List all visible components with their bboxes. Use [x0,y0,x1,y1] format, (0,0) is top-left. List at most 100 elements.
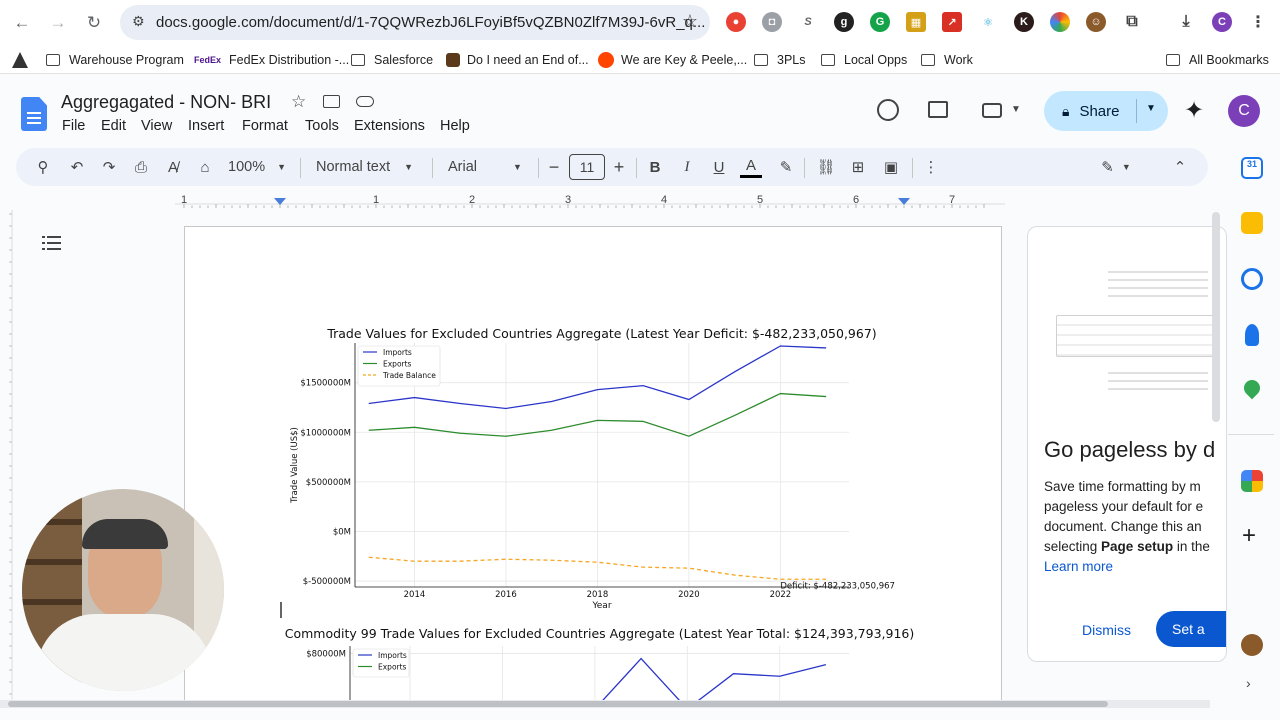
print-icon[interactable]: ⎙ [130,156,152,178]
move-folder-icon[interactable] [323,95,340,108]
address-bar[interactable]: ⚙ docs.google.com/document/d/1-7QQWRezbJ… [120,5,710,40]
monkey-addon-icon[interactable] [1241,634,1263,656]
maps-icon[interactable] [1240,376,1264,400]
docs-logo-icon[interactable] [21,97,47,131]
reload-icon[interactable]: ↻ [81,10,107,36]
profile-avatar[interactable]: C [1212,12,1232,32]
share-button[interactable]: 🔒︎ Share ▼ [1044,91,1168,131]
camera-extension-icon[interactable]: ◘ [762,12,782,32]
learn-more-link[interactable]: Learn more [1044,557,1210,577]
menu-tools[interactable]: Tools [305,118,339,134]
site-info-icon[interactable]: ⚙ [132,13,150,31]
document-title[interactable]: Aggregagated - NON- BRI [61,92,271,113]
chevron-down-icon[interactable]: ▼ [1146,103,1156,114]
css-extension-icon[interactable]: ▦ [906,12,926,32]
bookmark-item[interactable]: Salesforce [351,52,433,68]
s-extension-icon[interactable]: S [798,12,818,32]
meet-icon[interactable] [982,103,1002,118]
bookmark-item[interactable]: Warehouse Program [46,52,184,68]
tasks-icon[interactable] [1241,268,1263,290]
increase-font-size-icon[interactable]: + [610,156,628,178]
font-select[interactable]: Arial ▼ [448,156,528,178]
reddit-icon [598,52,614,68]
paint-format-icon[interactable]: ⌂ [194,156,216,178]
back-arrow-icon[interactable]: ← [9,10,35,36]
document-outline-icon[interactable] [42,236,61,250]
menu-edit[interactable]: Edit [101,118,126,134]
menu-help[interactable]: Help [440,118,470,134]
star-icon[interactable]: ☆ [291,92,306,112]
redo-icon[interactable]: ↷ [98,156,120,178]
comments-icon[interactable] [928,101,948,118]
text-color-icon[interactable]: A [740,156,762,178]
highlight-icon[interactable]: ✎ [776,156,796,178]
side-panel-scrollbar[interactable] [1212,212,1220,422]
chevron-down-icon[interactable]: ▼ [1011,104,1021,115]
horizontal-scrollbar[interactable] [0,700,1210,708]
menu-file[interactable]: File [62,118,85,134]
bookmark-item[interactable]: FedEx FedEx Distribution -... [194,52,349,68]
account-avatar[interactable]: C [1228,95,1260,127]
bookmark-item[interactable]: Do I need an End of... [446,52,589,68]
browser-menu-icon[interactable]: ⋮ [1248,12,1268,32]
decrease-font-size-icon[interactable]: − [545,156,563,178]
font-size-input[interactable]: 11 [569,154,605,180]
k-extension-icon[interactable]: K [1014,12,1034,32]
add-addon-icon[interactable]: + [1242,522,1256,550]
set-as-default-button[interactable]: Set a [1156,611,1226,647]
extensions-puzzle-icon[interactable]: ⧉ [1122,12,1142,32]
italic-icon[interactable]: I [678,156,696,178]
undo-icon[interactable]: ↶ [66,156,88,178]
download-icon[interactable]: ⤓ [1176,12,1196,32]
extension-icon[interactable]: ● [726,12,746,32]
insert-image-icon[interactable]: ▣ [880,156,902,178]
divider [432,158,433,178]
more-options-icon[interactable]: ⋮ [921,156,941,178]
editing-mode-icon[interactable]: ✎ ▼ [1098,156,1134,178]
menu-insert[interactable]: Insert [188,118,224,134]
underline-icon[interactable]: U [710,156,728,178]
pageless-promo-card: Go pageless by d Save time formatting by… [1027,226,1227,662]
menu-extensions[interactable]: Extensions [354,118,425,134]
bookmark-item[interactable]: We are Key & Peele,... [598,52,747,68]
y-tick-label: $-500000M [303,577,351,587]
all-bookmarks[interactable]: All Bookmarks [1166,52,1269,68]
chevron-down-icon: ▼ [513,162,522,172]
react-extension-icon[interactable]: ⚛ [978,12,998,32]
addon-icon[interactable] [1241,470,1263,492]
color-extension-icon[interactable] [1050,12,1070,32]
calendar-icon[interactable]: 31 [1241,157,1263,179]
zoom-select[interactable]: 100% ▼ [228,156,288,178]
add-comment-icon[interactable]: ⊞ [847,156,869,178]
bookmark-item[interactable]: 3PLs [754,52,806,68]
bookmark-item[interactable]: Work [921,52,973,68]
g-extension-icon[interactable]: g [834,12,854,32]
monkey-extension-icon[interactable]: ☺ [1086,12,1106,32]
y-tick-label: $0M [333,527,351,537]
contacts-icon[interactable] [1245,324,1259,346]
legend-label: Imports [383,348,412,357]
bookmark-star-icon[interactable]: ☆ [682,11,698,32]
x-axis-label: Year [591,601,611,611]
version-history-icon[interactable] [877,99,899,121]
paragraph-style-select[interactable]: Normal text ▼ [316,156,420,178]
cloud-status-icon[interactable] [356,96,374,107]
gemini-icon[interactable]: ✦ [1184,96,1204,125]
grammarly-icon[interactable]: G [870,12,890,32]
chevron-right-icon[interactable]: › [1246,675,1251,691]
bookmark-item[interactable]: Local Opps [821,52,907,68]
dismiss-button[interactable]: Dismiss [1082,622,1131,638]
link-icon[interactable]: ⛓ [815,156,837,178]
bold-icon[interactable]: B [646,156,664,178]
spellcheck-icon[interactable]: A̸ [162,156,184,178]
ruler-label: 1 [181,194,187,206]
keep-icon[interactable] [1241,212,1263,234]
search-menus-icon[interactable]: ⚲ [32,156,54,178]
vertical-ruler [9,210,13,700]
menu-format[interactable]: Format [242,118,288,134]
arrow-extension-icon[interactable]: ↗ [942,12,962,32]
annotation-label: Deficit: $-482,233,050,967 [780,581,895,591]
collapse-menus-icon[interactable]: ⌃ [1169,156,1191,178]
forward-arrow-icon[interactable]: → [45,10,71,36]
menu-view[interactable]: View [141,118,172,134]
